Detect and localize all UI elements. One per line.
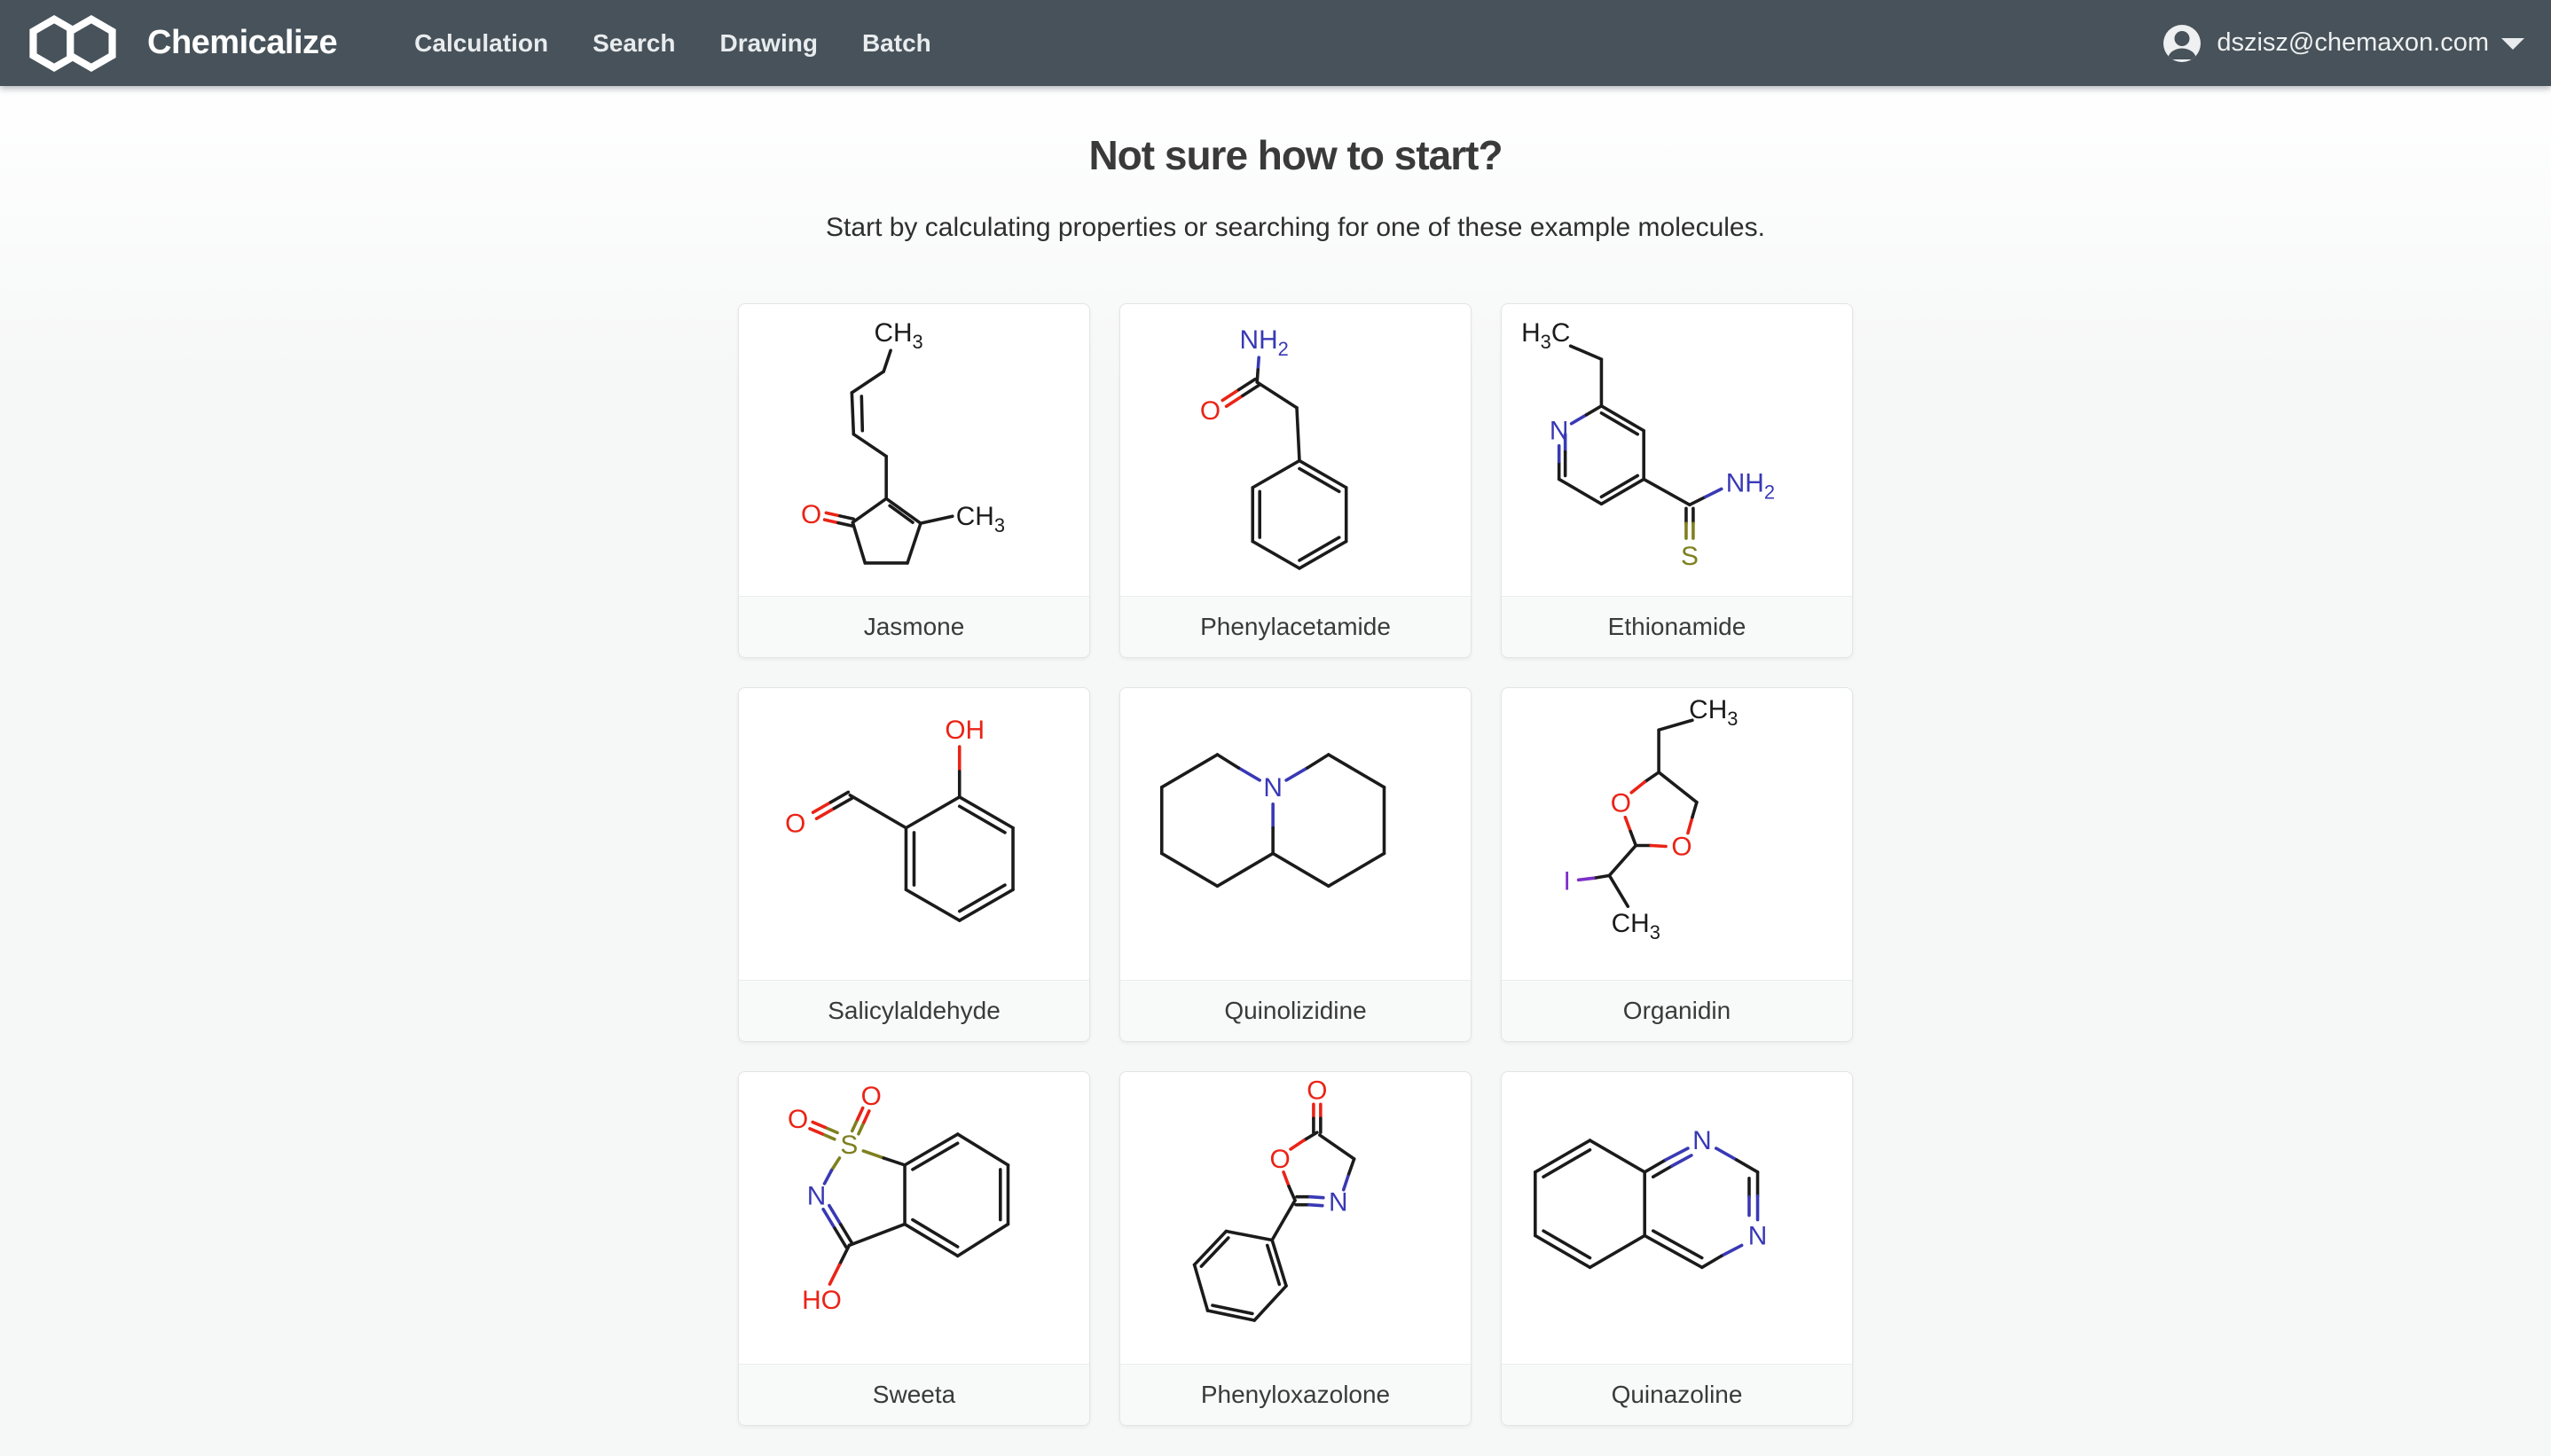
- page-title: Not sure how to start?: [1088, 132, 1503, 178]
- molecule-structure-phenylacetamide: NH2 O: [1120, 304, 1471, 596]
- molecule-name: Sweeta: [739, 1364, 1089, 1425]
- chemicalize-logo[interactable]: Chemicalize: [28, 14, 338, 73]
- atom-label: I: [1563, 866, 1570, 896]
- atom-label: O: [785, 810, 805, 839]
- caret-down-icon: [2501, 37, 2524, 50]
- atom-label: O: [1671, 832, 1692, 861]
- molecule-structure-jasmone: CH3 CH3 O: [739, 304, 1089, 596]
- chemicalize-hexagons-logo-icon: [29, 14, 116, 72]
- atom-label: N: [1329, 1188, 1348, 1217]
- atom-label: S: [1681, 542, 1699, 571]
- brand-name: Chemicalize: [147, 24, 338, 61]
- account-icon: [2163, 24, 2202, 62]
- molecule-card-organidin[interactable]: CH3 O O I CH3 Organidin: [1501, 687, 1853, 1042]
- nav-item-drawing[interactable]: Drawing: [697, 0, 839, 86]
- page-subtitle: Start by calculating properties or searc…: [826, 213, 1765, 242]
- molecule-card-quinolizidine[interactable]: N Quinolizidine: [1119, 687, 1472, 1042]
- atom-label: HO: [802, 1286, 842, 1315]
- molecule-name: Phenyloxazolone: [1120, 1364, 1471, 1425]
- user-menu[interactable]: dszisz@chemaxon.com: [2162, 23, 2524, 64]
- atom-label: O: [861, 1082, 882, 1111]
- molecule-name: Quinazoline: [1502, 1364, 1852, 1425]
- molecule-name: Phenylacetamide: [1120, 596, 1471, 657]
- nav-item-search[interactable]: Search: [570, 0, 697, 86]
- molecule-structure-salicylaldehyde: OH O: [739, 688, 1089, 980]
- atom-label: H3C: [1521, 318, 1570, 353]
- molecule-name: Ethionamide: [1502, 596, 1852, 657]
- atom-label: S: [840, 1131, 858, 1160]
- molecule-structure-ethionamide: H3C N NH2 S: [1502, 304, 1852, 596]
- navbar: Chemicalize Calculation Search Drawing B…: [0, 0, 2551, 86]
- molecule-structure-quinolizidine: N: [1120, 688, 1471, 980]
- atom-label: NH2: [1240, 325, 1289, 360]
- atom-label: N: [807, 1182, 827, 1211]
- molecule-card-salicylaldehyde[interactable]: OH O Salicylaldehyde: [738, 687, 1090, 1042]
- molecule-name: Quinolizidine: [1120, 980, 1471, 1041]
- molecule-card-phenyloxazolone[interactable]: O O N Phenyloxazolone: [1119, 1071, 1472, 1426]
- nav-item-calculation[interactable]: Calculation: [392, 0, 570, 86]
- atom-label: OH: [945, 716, 985, 745]
- molecule-structure-phenyloxazolone: O O N: [1120, 1072, 1471, 1364]
- atom-label: CH3: [1612, 909, 1660, 943]
- atom-label: O: [1307, 1076, 1327, 1105]
- molecule-name: Salicylaldehyde: [739, 980, 1089, 1041]
- molecule-card-ethionamide[interactable]: H3C N NH2 S Ethionamide: [1501, 303, 1853, 658]
- atom-label: CH3: [1689, 695, 1738, 730]
- user-email: dszisz@chemaxon.com: [2217, 28, 2489, 57]
- molecule-structure-quinazoline: N N: [1502, 1072, 1852, 1364]
- atom-label: O: [801, 500, 821, 529]
- example-molecules-grid: CH3 CH3 O Jasmone NH2 O Phenylacetamide …: [738, 303, 1853, 1426]
- molecule-card-quinazoline[interactable]: N N Quinazoline: [1501, 1071, 1853, 1426]
- atom-label: N: [1692, 1126, 1712, 1155]
- atom-label: O: [788, 1105, 808, 1134]
- molecule-name: Jasmone: [739, 596, 1089, 657]
- nav-item-batch[interactable]: Batch: [840, 0, 954, 86]
- molecule-card-phenylacetamide[interactable]: NH2 O Phenylacetamide: [1119, 303, 1472, 658]
- molecule-structure-organidin: CH3 O O I CH3: [1502, 688, 1852, 980]
- atom-label: N: [1748, 1221, 1768, 1250]
- atom-label: NH2: [1726, 468, 1775, 503]
- molecule-name: Organidin: [1502, 980, 1852, 1041]
- atom-label: O: [1269, 1145, 1290, 1174]
- atom-label: N: [1263, 773, 1283, 802]
- molecule-structure-sweeta: O O S N HO: [739, 1072, 1089, 1364]
- main-content: Not sure how to start? Start by calculat…: [0, 86, 2551, 1456]
- molecule-card-jasmone[interactable]: CH3 CH3 O Jasmone: [738, 303, 1090, 658]
- atom-label: CH3: [956, 502, 1005, 536]
- atom-label: N: [1550, 417, 1569, 446]
- molecule-card-sweeta[interactable]: O O S N HO Sweeta: [738, 1071, 1090, 1426]
- main-nav: Calculation Search Drawing Batch: [392, 0, 954, 86]
- atom-label: O: [1200, 396, 1221, 426]
- atom-label: O: [1611, 789, 1631, 818]
- atom-label: CH3: [874, 318, 922, 353]
